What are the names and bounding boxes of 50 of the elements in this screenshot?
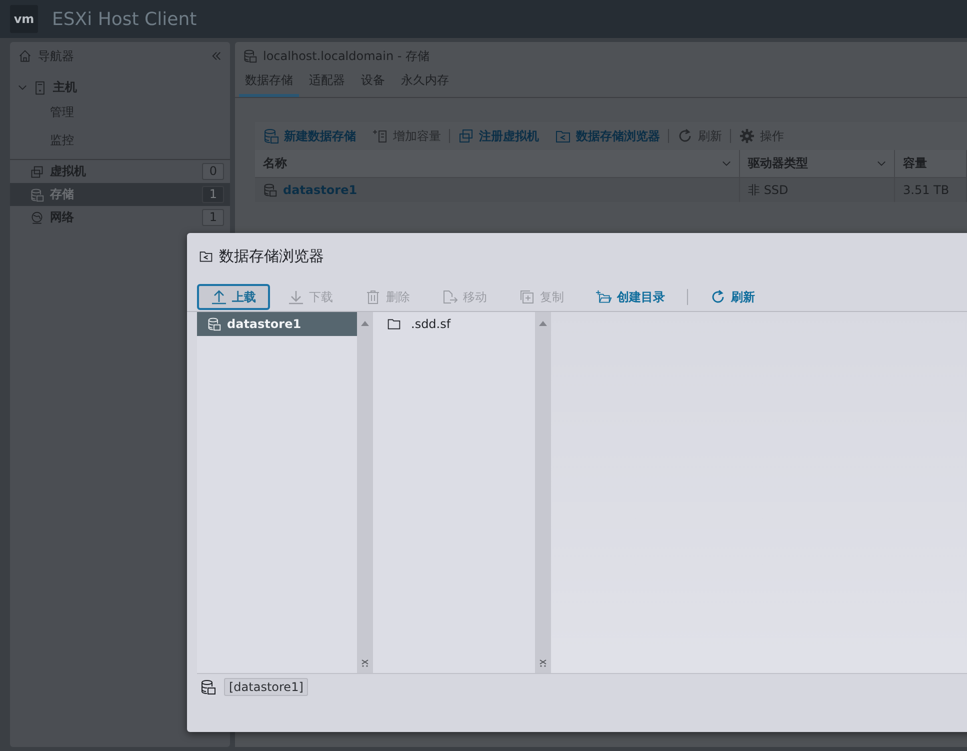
folder-icon xyxy=(387,317,401,331)
database-icon xyxy=(30,188,44,202)
chevron-icon xyxy=(18,83,27,92)
toolbar-button[interactable]: 注册虚拟机 xyxy=(450,128,547,144)
refresh-icon xyxy=(677,128,693,144)
toolbar-button[interactable]: 创建目录 xyxy=(582,284,679,310)
settings-icon xyxy=(739,128,755,144)
virtual-machine-icon xyxy=(458,128,474,144)
scrollbar[interactable] xyxy=(357,312,373,673)
datastore-item[interactable]: datastore1 xyxy=(197,312,357,336)
add-disk-icon xyxy=(372,128,388,144)
nav-label: 存储 xyxy=(50,186,75,203)
resize-grip-icon[interactable] xyxy=(361,659,369,667)
scroll-up-icon[interactable] xyxy=(538,320,548,326)
toolbar-button[interactable]: 数据存储浏览器 xyxy=(547,128,668,144)
new-folder-icon xyxy=(596,289,612,305)
dialog-title: 数据存储浏览器 xyxy=(219,246,324,266)
count-badge: 1 xyxy=(202,186,224,203)
server-icon xyxy=(33,80,47,94)
virtual-machine-icon xyxy=(30,164,44,178)
download-icon xyxy=(288,289,304,305)
database-icon xyxy=(243,49,257,63)
refresh-icon xyxy=(710,289,726,305)
logo: vm xyxy=(10,5,38,33)
database-icon xyxy=(207,317,221,331)
nav-item[interactable]: 存储 1 xyxy=(10,183,230,206)
move-icon xyxy=(442,289,458,305)
app-title: ESXi Host Client xyxy=(52,8,197,30)
path-label: [datastore1] xyxy=(224,678,308,696)
chevron-icon xyxy=(722,159,731,168)
database-icon xyxy=(263,183,277,197)
scrollbar[interactable] xyxy=(535,312,551,673)
database-icon xyxy=(263,128,279,144)
trash-icon xyxy=(365,289,381,305)
datastore-link[interactable]: datastore1 xyxy=(283,183,358,197)
toolbar-button[interactable]: 刷新 xyxy=(696,284,769,310)
collapse-icon[interactable] xyxy=(211,51,222,61)
copy-icon xyxy=(519,289,535,305)
scroll-up-icon[interactable] xyxy=(360,320,370,326)
toolbar-button[interactable]: 新建数据存储 xyxy=(255,128,364,144)
browser-window-icon xyxy=(199,249,213,263)
toolbar-button[interactable]: 上载 xyxy=(197,284,270,310)
resize-grip-icon[interactable] xyxy=(539,659,547,667)
home-icon xyxy=(18,49,32,63)
globe-icon xyxy=(30,210,44,224)
folder-item[interactable]: .sdd.sf xyxy=(373,312,535,336)
upload-icon xyxy=(211,289,227,305)
browser-window-icon xyxy=(555,128,571,144)
database-icon xyxy=(200,679,216,695)
chevron-icon xyxy=(877,159,886,168)
